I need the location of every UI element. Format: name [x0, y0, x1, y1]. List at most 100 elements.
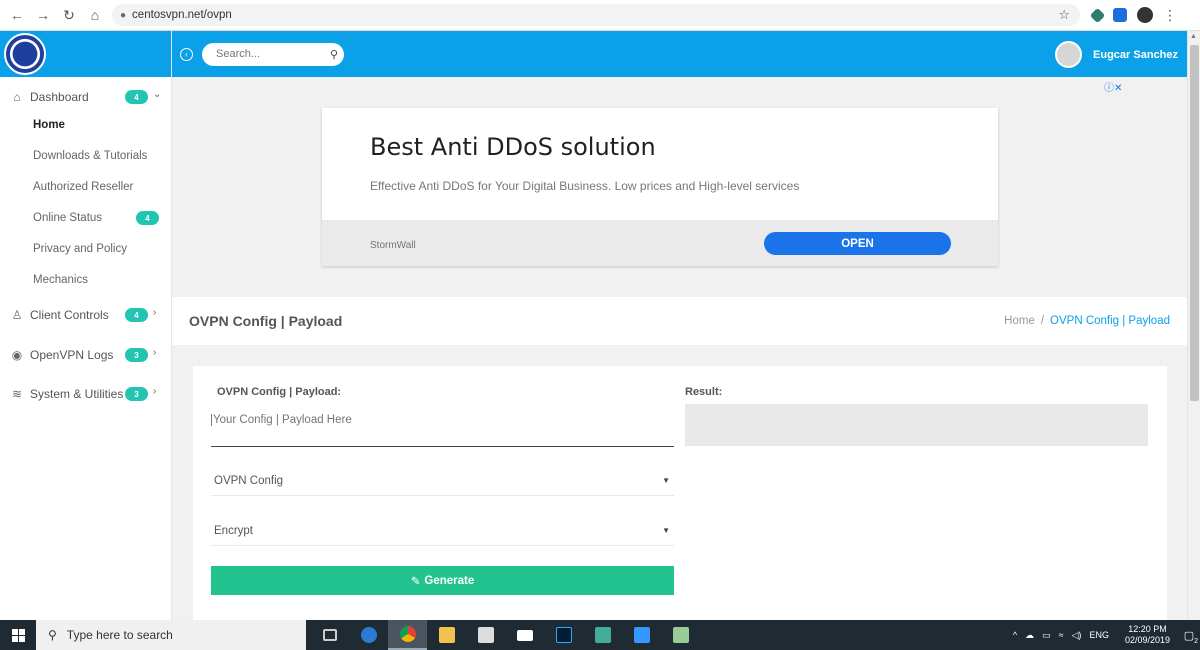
language-indicator[interactable]: ENG — [1089, 630, 1109, 640]
sidebar-subitem-downloads[interactable]: Downloads & Tutorials — [0, 146, 171, 166]
action-center-icon[interactable]: ▢ 2 — [1178, 625, 1200, 645]
mail-icon[interactable] — [505, 620, 544, 650]
chevron-up-icon[interactable]: ^ — [1013, 630, 1017, 640]
file-explorer-icon[interactable] — [427, 620, 466, 650]
sidebar-subitem-home[interactable]: Home — [0, 115, 171, 135]
count-badge: 3 — [125, 348, 148, 362]
sidebar-item-dashboard[interactable]: ⌂ Dashboard 4 ⌄ — [0, 84, 171, 110]
generate-button[interactable]: ✎ Generate — [211, 566, 674, 595]
reload-icon[interactable]: ↻ — [62, 8, 76, 22]
sidebar-item-label: Dashboard — [30, 90, 89, 104]
volume-icon[interactable]: ◁) — [1072, 630, 1082, 641]
advertisement[interactable]: Best Anti DDoS solution Effective Anti D… — [322, 108, 998, 266]
sidebar-item-system-utilities[interactable]: ≋ System & Utilities 3 › — [0, 381, 171, 407]
scroll-up-icon[interactable]: ▲ — [1190, 33, 1197, 40]
ad-open-button[interactable]: OPEN — [764, 232, 951, 255]
ad-description: Effective Anti DDoS for Your Digital Bus… — [370, 179, 800, 193]
taskbar-search-placeholder: Type here to search — [66, 628, 173, 642]
network-app-icon[interactable] — [583, 620, 622, 650]
wifi-icon[interactable]: ≈ — [1059, 630, 1064, 640]
layers-icon: ≋ — [11, 387, 23, 401]
sidebar-item-client-controls[interactable]: ♙ Client Controls 4 › — [0, 302, 171, 328]
home-icon: ⌂ — [13, 90, 21, 104]
extension-icon[interactable] — [1113, 8, 1127, 22]
search-input[interactable] — [216, 48, 330, 60]
sidebar-subitem-label: Online Status — [33, 212, 103, 224]
windows-logo-icon — [11, 628, 25, 642]
generate-label: Generate — [424, 574, 475, 587]
caret-down-icon: ▼ — [662, 526, 670, 535]
site-logo[interactable] — [4, 33, 46, 75]
home-browser-icon[interactable]: ⌂ — [88, 8, 102, 22]
payload-input[interactable] — [211, 414, 674, 426]
windows-taskbar: ⚲ Type here to search ^ ☁ ▭ ≈ ◁) ENG 12:… — [0, 620, 1200, 650]
globe-icon: ◉ — [11, 348, 23, 362]
profile-icon[interactable] — [1137, 7, 1153, 23]
breadcrumb-current: OVPN Config | Payload — [1050, 315, 1170, 327]
sidebar-item-openvpn-logs[interactable]: ◉ OpenVPN Logs 3 › — [0, 342, 171, 368]
collapse-sidebar-icon[interactable]: ‹ — [180, 47, 193, 61]
page-scrollbar[interactable]: ▲ — [1187, 31, 1200, 620]
forward-arrow-icon[interactable]: → — [36, 8, 50, 22]
chrome-icon[interactable] — [388, 620, 427, 650]
store-icon[interactable] — [466, 620, 505, 650]
browser-nav: ← → ↻ ⌂ — [0, 8, 112, 22]
network-icon[interactable]: ☁ — [1025, 630, 1034, 641]
start-button[interactable] — [0, 620, 36, 650]
avatar — [1055, 41, 1083, 68]
task-view-icon[interactable] — [310, 620, 349, 650]
search-box: ⚲ — [202, 42, 344, 66]
config-type-select[interactable]: OVPN Config ▼ — [211, 466, 674, 496]
sidebar-subitem-reseller[interactable]: Authorized Reseller — [0, 177, 171, 197]
sidebar-item-label: System & Utilities — [30, 387, 124, 401]
ad-choices-close-icon[interactable]: ⓘ✕ — [1104, 79, 1122, 94]
select-value: OVPN Config — [214, 474, 284, 487]
address-bar[interactable]: ● centosvpn.net/ovpn ☆ — [112, 4, 1080, 26]
remote-app-icon[interactable] — [622, 620, 661, 650]
photoshop-icon[interactable] — [544, 620, 583, 650]
search-icon: ⚲ — [48, 628, 57, 642]
breadcrumb-separator: / — [1040, 315, 1045, 327]
back-arrow-icon[interactable]: ← — [10, 8, 24, 22]
bookmark-star-icon[interactable]: ☆ — [1058, 7, 1070, 23]
browser-menu-icon[interactable]: ⋮ — [1163, 7, 1177, 24]
result-output — [685, 404, 1148, 446]
scrollbar-thumb[interactable] — [1190, 45, 1199, 401]
battery-icon[interactable]: ▭ — [1042, 630, 1051, 641]
browser-toolbar: ← → ↻ ⌂ ● centosvpn.net/ovpn ☆ ⋮ — [0, 0, 1200, 31]
taskbar-apps — [310, 620, 700, 650]
chevron-right-icon: › — [153, 307, 157, 318]
sidebar-subitem-privacy[interactable]: Privacy and Policy — [0, 239, 171, 259]
sidebar: ⌂ Dashboard 4 ⌄ Home Downloads & Tutoria… — [0, 31, 172, 620]
count-badge: 4 — [136, 211, 159, 225]
sidebar-subitem-label: Authorized Reseller — [33, 181, 134, 193]
ad-brand: StormWall — [370, 240, 416, 251]
clock-date: 02/09/2019 — [1124, 635, 1170, 645]
taskbar-search[interactable]: ⚲ Type here to search — [36, 620, 306, 650]
user-icon: ♙ — [11, 308, 23, 322]
payload-label: OVPN Config | Payload: — [217, 386, 342, 398]
caret-down-icon: ▼ — [662, 476, 670, 485]
breadcrumb-home[interactable]: Home — [1004, 315, 1035, 327]
select-value: Encrypt — [214, 524, 253, 537]
search-icon[interactable]: ⚲ — [330, 48, 338, 61]
payload-field — [211, 410, 674, 447]
mode-select[interactable]: Encrypt ▼ — [211, 516, 674, 546]
edge-icon[interactable] — [349, 620, 388, 650]
count-badge: 4 — [125, 308, 148, 322]
sidebar-subitem-label: Mechanics — [33, 274, 88, 286]
config-form-card: OVPN Config | Payload: Result: OVPN Conf… — [193, 366, 1167, 620]
sidebar-subitem-mechanics[interactable]: Mechanics — [0, 270, 171, 290]
user-menu[interactable]: Eugcar Sanchez — [1055, 41, 1178, 68]
sidebar-subitem-online-status[interactable]: Online Status 4 — [0, 208, 171, 228]
clock[interactable]: 12:20 PM 02/09/2019 — [1125, 624, 1170, 646]
ad-title: Best Anti DDoS solution — [370, 133, 656, 161]
lock-icon: ● — [120, 9, 127, 21]
top-header: ‹ ⚲ Eugcar Sanchez — [172, 31, 1187, 77]
sidebar-subitem-label: Downloads & Tutorials — [33, 150, 148, 162]
extension-icon[interactable] — [1089, 7, 1106, 23]
notepad-app-icon[interactable] — [661, 620, 700, 650]
count-badge: 4 — [125, 90, 148, 104]
breadcrumb: Home / OVPN Config | Payload — [1004, 315, 1170, 327]
extensions: ⋮ — [1080, 7, 1177, 24]
